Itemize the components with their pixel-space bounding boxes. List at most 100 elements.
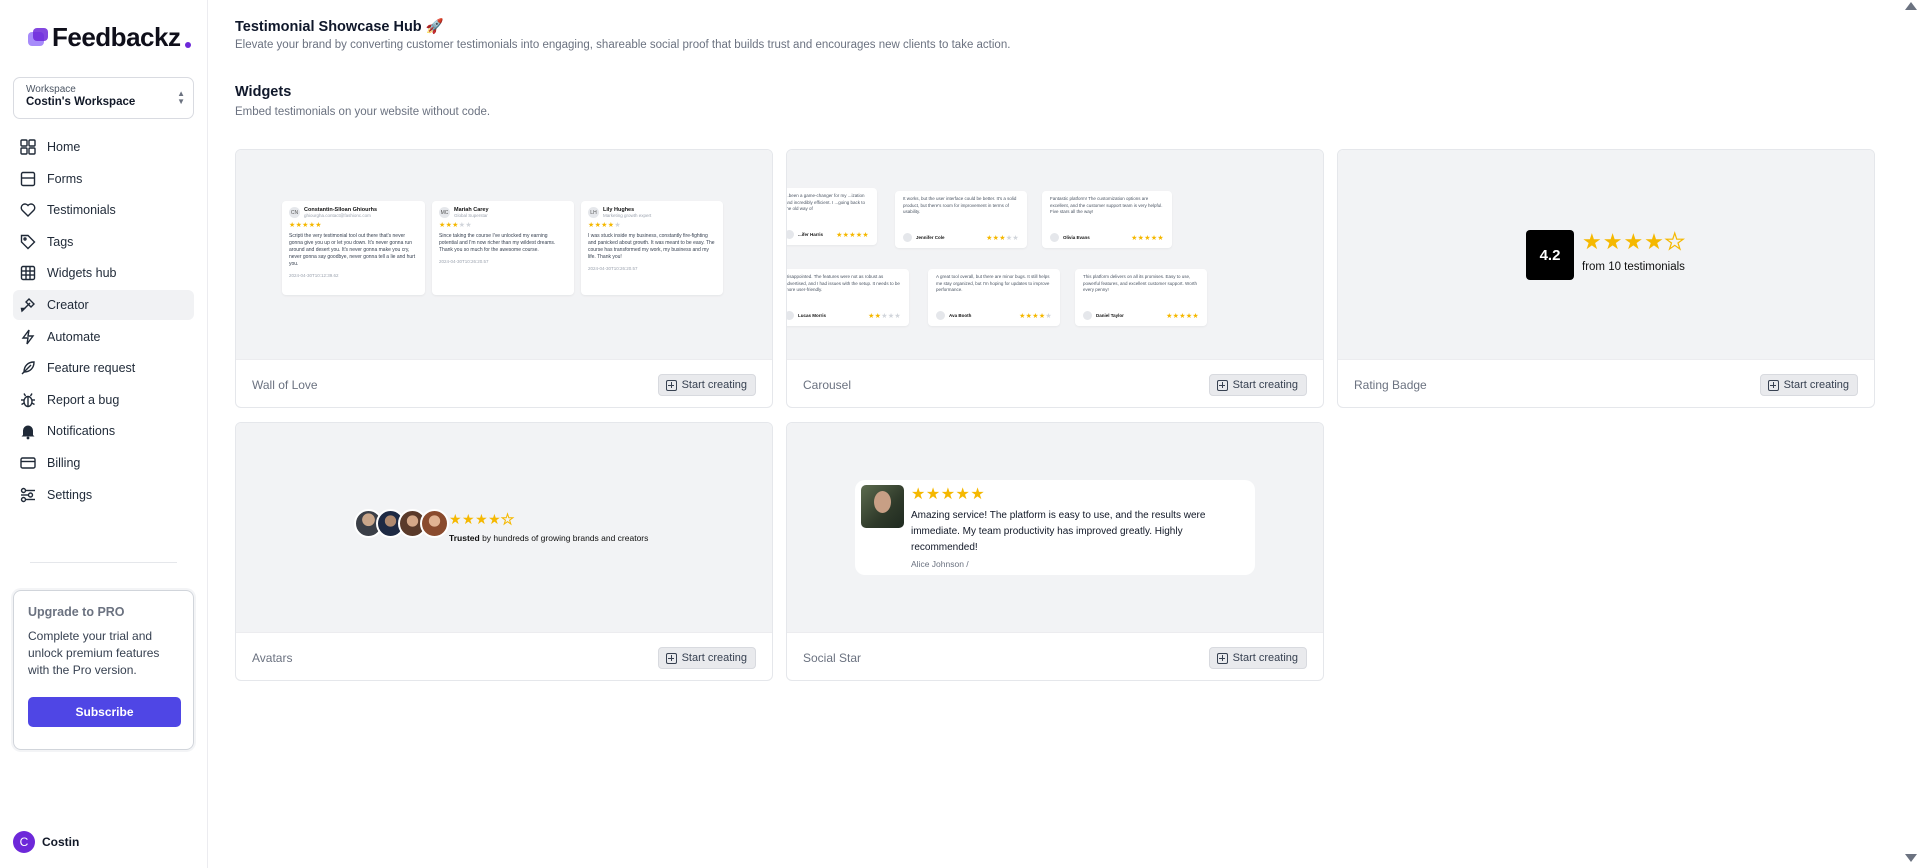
author-name: ...ifer Harris <box>798 232 824 237</box>
sidebar-item-settings[interactable]: Settings <box>13 480 194 510</box>
carousel-item-footer: ...ifer Harris ★★★★★ <box>787 230 869 239</box>
sidebar-item-tags[interactable]: Tags <box>13 227 194 257</box>
author: ...ifer Harris <box>787 230 823 239</box>
avatar: CN <box>289 207 300 218</box>
card-footer: Wall of Love Start creating <box>236 359 772 407</box>
star-rating: ★★★★★ <box>986 234 1019 242</box>
star-rating: ★★★★★ <box>1582 229 1686 254</box>
testimonial-card: LH Lily Hughes Marketing growth expert ★★★★… <box>581 201 723 295</box>
subscribe-button[interactable]: Subscribe <box>28 697 181 727</box>
start-creating-button[interactable]: Start creating <box>1208 647 1307 669</box>
carousel-item-footer: Jennifer Cole ★★★★★ <box>903 233 1019 242</box>
sidebar-item-billing[interactable]: Billing <box>13 448 194 478</box>
user-menu[interactable]: C Costin <box>13 831 79 853</box>
avatars-caption-bold: Trusted <box>449 533 480 543</box>
sidebar-item-home[interactable]: Home <box>13 132 194 162</box>
widget-card-social-star[interactable]: ★★★★★ Amazing service! The platform is e… <box>786 422 1324 681</box>
star-rating: ★★★★★ <box>1019 312 1052 320</box>
credit-card-icon <box>19 454 37 472</box>
card-footer: Rating Badge Start creating <box>1338 359 1874 407</box>
widget-card-wall-of-love[interactable]: CN Constantin-Sîloan Ghiourhs ghiourgha.co… <box>235 149 773 408</box>
widget-name: Wall of Love <box>252 378 318 392</box>
author-block: Mariah Carey Global Superstar <box>454 207 489 218</box>
sidebar-item-label: Automate <box>47 329 101 344</box>
author-role: ghiourgha.contact@fashionc.com <box>304 213 371 218</box>
widget-card-rating-badge[interactable]: 4.2 ★★★★★ from 10 testimonials Rating Ba… <box>1337 149 1875 408</box>
start-creating-button[interactable]: Start creating <box>1208 374 1307 396</box>
sidebar-item-label: Report a bug <box>47 392 120 407</box>
home-icon <box>19 138 37 156</box>
author-role: Marketing growth expert <box>603 213 652 218</box>
star-rating: ★★★★★ <box>836 231 869 239</box>
author-role: Global Superstar <box>454 213 488 218</box>
workspace-name: Costin's Workspace <box>26 96 136 108</box>
rating-badge-preview: 4.2 ★★★★★ from 10 testimonials <box>1338 150 1874 359</box>
author: Daniel Taylor <box>1083 311 1124 320</box>
start-creating-button[interactable]: Start creating <box>657 374 756 396</box>
author-block: Lily Hughes Marketing growth expert <box>603 207 651 218</box>
widget-name: Rating Badge <box>1354 378 1427 392</box>
social-star-preview: ★★★★★ Amazing service! The platform is e… <box>787 423 1323 632</box>
sidebar-item-notifications[interactable]: Notifications <box>13 416 194 446</box>
start-creating-button[interactable]: Start creating <box>1759 374 1858 396</box>
testimonial-text: A great tool overall, but there are mino… <box>936 274 1050 292</box>
sidebar-item-report-a-bug[interactable]: Report a bug <box>13 385 194 415</box>
app-logo[interactable]: Feedbackz <box>28 22 192 53</box>
tag-icon <box>19 233 37 251</box>
carousel-item-footer: Daniel Taylor ★★★★★ <box>1083 311 1199 320</box>
scroll-up-arrow[interactable] <box>1905 2 1917 10</box>
sidebar-item-label: Creator <box>47 297 89 312</box>
avatars-caption-text: by hundreds of growing brands and creato… <box>479 533 649 543</box>
sidebar-item-label: Home <box>47 140 81 154</box>
testimonial-date: 2024-04-30T10:26:20.57 <box>439 259 489 264</box>
card-footer: Social Star Start creating <box>787 632 1323 680</box>
author-photo <box>861 485 904 528</box>
section-subtitle: Embed testimonials on your website witho… <box>235 106 491 118</box>
author-name: Lucas Morris <box>798 313 827 318</box>
avatar <box>787 230 794 239</box>
workspace-selector[interactable]: Workspace Costin's Workspace ▲ ▼ <box>13 77 194 119</box>
star-rating: ★★★★★ <box>1166 312 1199 320</box>
carousel-item: Fantastic platform! The customization op… <box>1042 191 1172 248</box>
avatar: C <box>13 831 35 853</box>
testimonial-text: Scripti the very testimonial tool out th… <box>289 233 416 267</box>
testimonial-text: Amazing service! The platform is easy to… <box>911 510 1206 553</box>
star-rating: ★★★★★ <box>911 486 986 503</box>
sidebar-item-creator[interactable]: Creator <box>13 289 194 320</box>
carousel-item: A great tool overall, but there are mino… <box>928 269 1060 326</box>
widget-card-carousel[interactable]: ...been a game-changer for my ...ization… <box>786 149 1324 408</box>
start-creating-label: Start creating <box>1232 379 1298 391</box>
widget-card-avatars[interactable]: ★★★★★ Trusted by hundreds of growing bra… <box>235 422 773 681</box>
star-rating: ★★★★★ <box>1131 234 1164 242</box>
sidebar-item-forms[interactable]: Forms <box>13 164 194 194</box>
testimonial-text: Since taking the course I've unlocked my… <box>439 233 556 253</box>
sidebar-item-automate[interactable]: Automate <box>13 322 194 352</box>
chevron-up-down-icon: ▲ ▼ <box>177 89 185 106</box>
testimonial-date: 2024-04-30T10:26:20.57 <box>588 266 638 271</box>
sidebar-item-widgets-hub[interactable]: Widgets hub <box>13 258 194 288</box>
avatar-stack <box>354 509 449 538</box>
sliders-icon <box>19 486 37 504</box>
card-footer: Carousel Start creating <box>787 359 1323 407</box>
page-subtitle: Elevate your brand by converting custome… <box>235 39 1011 51</box>
testimonial-author: Alice Johnson / <box>911 559 969 569</box>
start-creating-button[interactable]: Start creating <box>657 647 756 669</box>
carousel-item: It works, but the user interface could b… <box>895 191 1027 248</box>
author: Ava Booth <box>936 311 971 320</box>
testimonial-card: MC Mariah Carey Global Superstar ★★★★★ Since… <box>432 201 574 295</box>
carousel-item: This platform delivers on all its promis… <box>1075 269 1207 326</box>
scroll-down-arrow[interactable] <box>1905 854 1917 862</box>
start-creating-label: Start creating <box>681 379 747 391</box>
sidebar-item-feature-request[interactable]: Feature request <box>13 353 194 383</box>
brush-icon <box>19 296 37 314</box>
avatar: MC <box>439 207 450 218</box>
sidebar-item-testimonials[interactable]: Testimonials <box>13 195 194 225</box>
feather-icon <box>19 359 37 377</box>
sidebar-item-label: Billing <box>47 455 81 470</box>
upgrade-card: Upgrade to PRO Complete your trial and u… <box>13 590 194 750</box>
plus-square-icon <box>665 379 677 391</box>
testimonial-text: I was stuck inside my business, constant… <box>588 233 715 260</box>
start-creating-label: Start creating <box>1232 652 1298 664</box>
author-name: Olivia Evans <box>1063 235 1090 240</box>
bug-icon <box>19 391 37 409</box>
